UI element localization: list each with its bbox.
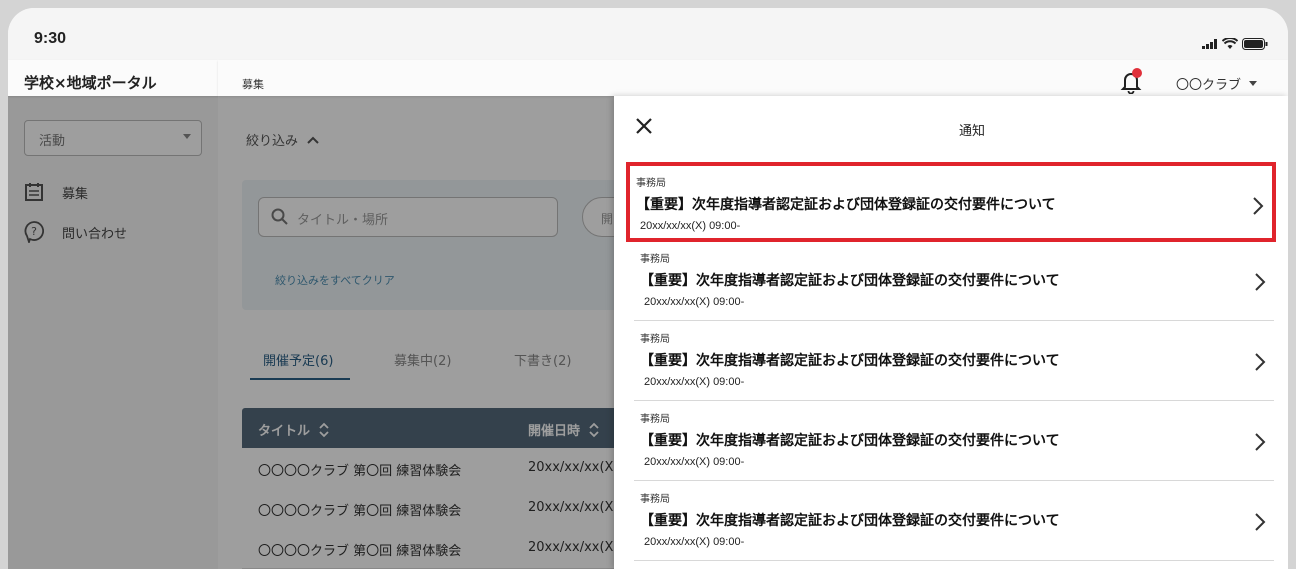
notification-item[interactable]: 事務局 【重要】次年度指導者認定証および団体登録証の交付要件について 20xx/…: [634, 482, 1274, 561]
caret-down-icon: [1249, 81, 1258, 86]
notification-source: 事務局: [640, 334, 670, 345]
notification-title: 【重要】次年度指導者認定証および団体登録証の交付要件について: [636, 197, 1056, 213]
notification-item[interactable]: 事務局 【重要】次年度指導者認定証および団体登録証の交付要件について 20xx/…: [634, 402, 1274, 481]
chevron-right-icon: [1255, 513, 1266, 531]
notification-source: 事務局: [636, 178, 666, 189]
status-icons: [1202, 38, 1268, 50]
account-name: 〇〇クラブ: [1176, 78, 1242, 93]
app-title: 学校×地域ポータル: [24, 74, 157, 92]
chevron-right-icon: [1255, 353, 1266, 371]
notification-button[interactable]: [1118, 68, 1144, 98]
panel-title: 通知: [958, 124, 985, 139]
bell-icon: [1120, 68, 1142, 95]
notification-panel: 通知 事務局 【重要】次年度指導者認定証および団体登録証の交付要件について 20…: [614, 96, 1288, 569]
notification-source: 事務局: [640, 414, 670, 425]
top-bar: 募集 〇〇クラブ: [218, 60, 1288, 96]
notification-title: 【重要】次年度指導者認定証および団体登録証の交付要件について: [640, 513, 1060, 529]
notification-date: 20xx/xx/xx(X) 09:00-: [644, 536, 745, 548]
status-time: 9:30: [34, 30, 67, 47]
chevron-right-icon: [1253, 197, 1264, 215]
notification-item[interactable]: 事務局 【重要】次年度指導者認定証および団体登録証の交付要件について 20xx/…: [626, 162, 1276, 242]
notification-date: 20xx/xx/xx(X) 09:00-: [644, 296, 745, 308]
notification-date: 20xx/xx/xx(X) 09:00-: [644, 456, 745, 468]
screen: 9:30 学校×地域ポータル 活動 募集 ? 問い合わせ 募集 〇〇クラブ 絞り…: [8, 8, 1288, 569]
notification-source: 事務局: [640, 494, 670, 505]
app-brand: 学校×地域ポータル: [8, 60, 218, 96]
breadcrumb: 募集: [242, 78, 264, 91]
notification-date: 20xx/xx/xx(X) 09:00-: [640, 220, 741, 232]
status-bar: 9:30: [8, 8, 1288, 60]
modal-backdrop[interactable]: [8, 96, 614, 569]
notification-title: 【重要】次年度指導者認定証および団体登録証の交付要件について: [640, 353, 1060, 369]
signal-icon: [1202, 39, 1217, 49]
notification-source: 事務局: [640, 254, 670, 265]
chevron-right-icon: [1255, 273, 1266, 291]
notification-title: 【重要】次年度指導者認定証および団体登録証の交付要件について: [640, 433, 1060, 449]
notification-date: 20xx/xx/xx(X) 09:00-: [644, 376, 745, 388]
notification-title: 【重要】次年度指導者認定証および団体登録証の交付要件について: [640, 273, 1060, 289]
notification-item[interactable]: 事務局 【重要】次年度指導者認定証および団体登録証の交付要件について 20xx/…: [634, 322, 1274, 401]
account-menu[interactable]: 〇〇クラブ: [1176, 74, 1258, 93]
wifi-icon: [1222, 38, 1238, 49]
notification-item[interactable]: 事務局 【重要】次年度指導者認定証および団体登録証の交付要件について 20xx/…: [634, 242, 1274, 321]
chevron-right-icon: [1255, 433, 1266, 451]
battery-icon: [1242, 38, 1268, 50]
tablet-frame: 9:30 学校×地域ポータル 活動 募集 ? 問い合わせ 募集 〇〇クラブ 絞り…: [0, 0, 1296, 569]
